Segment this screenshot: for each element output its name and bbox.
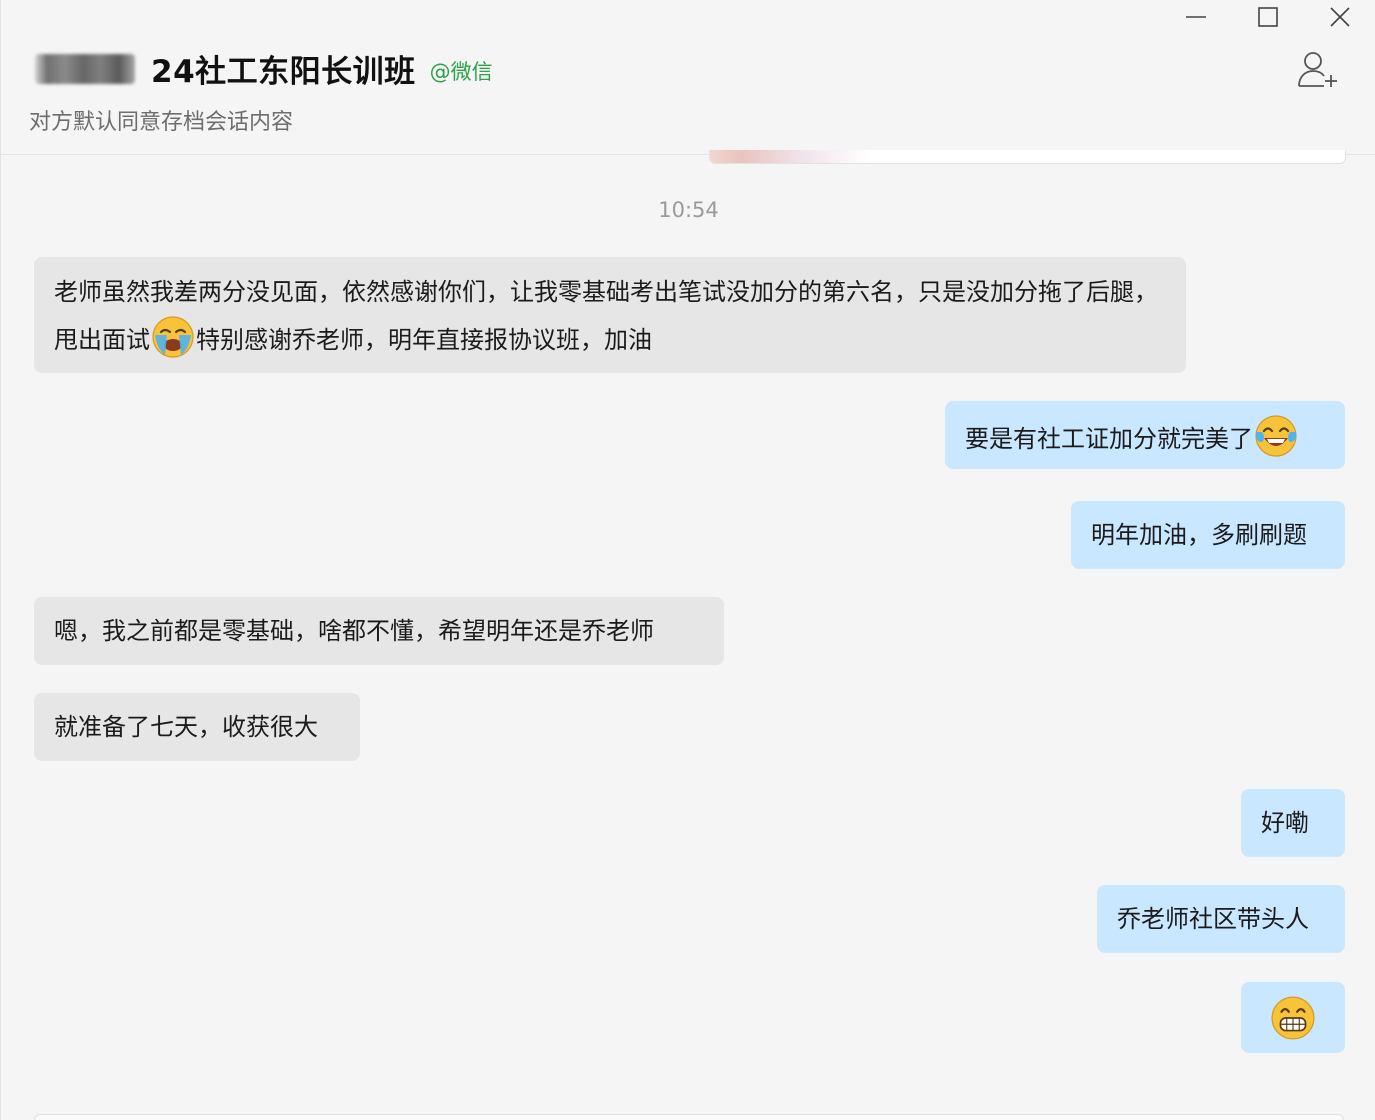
archive-notice: 对方默认同意存档会话内容 bbox=[29, 110, 294, 135]
message-bubble-outgoing[interactable]: 明年加油，多刷刷题 bbox=[1071, 501, 1345, 569]
message-bubble-outgoing[interactable] bbox=[1241, 982, 1345, 1053]
close-icon[interactable] bbox=[1304, 0, 1375, 34]
chat-title[interactable]: 24社工东阳长训班 bbox=[151, 46, 416, 91]
grinning-face-icon bbox=[1271, 995, 1315, 1040]
name-redacted bbox=[35, 53, 135, 84]
add-member-icon[interactable] bbox=[1296, 50, 1340, 90]
message-text: 要是有社工证加分就完美了 bbox=[965, 425, 1253, 453]
message-text: 乔老师社区带头人 bbox=[1117, 905, 1309, 933]
message-bubble-outgoing[interactable]: 要是有社工证加分就完美了 bbox=[945, 401, 1345, 469]
title-row: 24社工东阳长训班 @微信 bbox=[35, 46, 493, 91]
chat-header: 24社工东阳长训班 @微信 对方默认同意存档会话内容 bbox=[1, 0, 1375, 155]
platform-tag: @微信 bbox=[429, 59, 493, 84]
message-bubble-incoming[interactable]: 就准备了七天，收获很大 bbox=[34, 693, 360, 761]
maximize-icon[interactable] bbox=[1232, 0, 1304, 34]
message-text: 特别感谢乔老师，明年直接报协议班，加油 bbox=[196, 326, 652, 354]
previous-card-edge[interactable] bbox=[709, 150, 1346, 164]
message-bubble-outgoing[interactable]: 好嘞 bbox=[1241, 789, 1345, 857]
chat-window: 24社工东阳长训班 @微信 对方默认同意存档会话内容 10:54 老师虽然我差两… bbox=[0, 0, 1375, 1120]
message-bubble-incoming[interactable]: 老师虽然我差两分没见面，依然感谢你们，让我零基础考出笔试没加分的第六名，只是没加… bbox=[34, 257, 1186, 373]
message-text: 好嘞 bbox=[1261, 809, 1309, 837]
tears-of-joy-face-icon bbox=[1255, 415, 1297, 457]
window-controls bbox=[1160, 0, 1375, 34]
message-text: 就准备了七天，收获很大 bbox=[54, 713, 318, 741]
loudly-crying-face-icon bbox=[152, 316, 194, 358]
previous-card-thumbnail bbox=[710, 150, 870, 163]
message-timestamp: 10:54 bbox=[658, 198, 719, 222]
message-bubble-outgoing[interactable]: 乔老师社区带头人 bbox=[1097, 885, 1345, 953]
minimize-icon[interactable] bbox=[1160, 0, 1232, 34]
message-input-box[interactable] bbox=[34, 1114, 1344, 1120]
message-text: 明年加油，多刷刷题 bbox=[1091, 521, 1307, 549]
message-text: 嗯，我之前都是零基础，啥都不懂，希望明年还是乔老师 bbox=[54, 617, 654, 645]
message-bubble-incoming[interactable]: 嗯，我之前都是零基础，啥都不懂，希望明年还是乔老师 bbox=[34, 597, 724, 665]
